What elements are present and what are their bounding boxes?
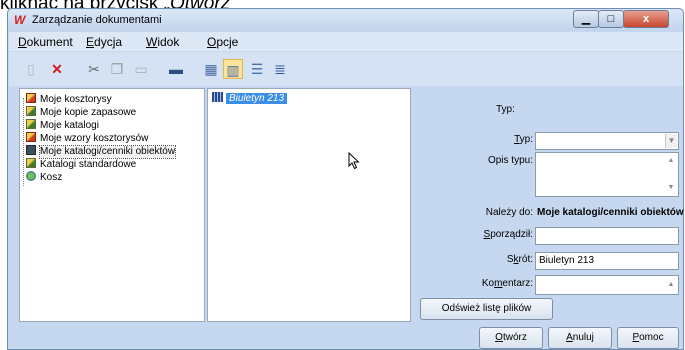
toolbar: ▯ ✕ ✂ ❐ ▭ ▬ ▦ ▥ ☰ ≣: [9, 52, 683, 86]
copy-icon[interactable]: ❐: [107, 59, 127, 79]
tree-item-label: Moje katalogi/cenniki obiektów: [38, 145, 177, 159]
scroll-up-icon[interactable]: ▲: [665, 279, 677, 291]
cut-icon[interactable]: ✂: [84, 59, 104, 79]
sporzadzil-field[interactable]: [535, 227, 679, 245]
tree-item-label: Moje katalogi: [40, 120, 99, 131]
opis-typu-label: Opis typu:: [487, 155, 533, 166]
menu-dokument[interactable]: Dokument: [18, 35, 73, 49]
list-item-biuletyn-213[interactable]: Biuletyn 213: [212, 92, 288, 105]
catalog-file-icon: [212, 92, 223, 102]
komentarz-label: Komentarz:: [482, 278, 533, 289]
menu-opcje[interactable]: Opcje: [207, 35, 238, 49]
new-document-icon[interactable]: ▯: [21, 59, 41, 79]
tree-item-moje-katalogi[interactable]: Moje katalogi: [26, 119, 99, 131]
help-button[interactable]: Pomoc: [617, 327, 679, 349]
typ-label-rest: yp:: [519, 134, 533, 145]
type-header: Typ:: [496, 104, 515, 115]
komentarz-label-pre: Ko: [481, 278, 495, 289]
menu-widok-label: idok: [157, 35, 180, 49]
menu-edycja[interactable]: Edycja: [86, 35, 122, 49]
komentarz-field[interactable]: ▲: [535, 275, 679, 295]
close-button[interactable]: x: [623, 10, 669, 28]
sporzadzil-label: Sporządził:: [484, 229, 533, 240]
cancel-button-accel: A: [566, 332, 573, 343]
mouse-cursor-icon: [348, 152, 360, 170]
folder-tree[interactable]: Moje kosztorysy Moje kopie zapasowe Moje…: [19, 88, 205, 322]
cancel-button[interactable]: Anuluj: [548, 327, 612, 349]
folder-backups-icon: [26, 106, 36, 116]
tree-item-label: Moje kopie zapasowe: [40, 107, 137, 118]
komentarz-label-rest: entarz:: [502, 278, 533, 289]
chevron-down-icon[interactable]: ▼: [665, 134, 677, 148]
scroll-up-icon[interactable]: ▲: [665, 155, 677, 167]
minimize-icon: ▁: [581, 13, 591, 25]
open-button[interactable]: Otwórz: [479, 327, 543, 349]
opis-typu-field[interactable]: ▲ ▼: [535, 152, 679, 197]
menu-dokument-accel: D: [18, 35, 27, 49]
open-button-accel: O: [495, 332, 503, 343]
tree-item-label: Moje kosztorysy: [40, 94, 112, 105]
maximize-icon: □: [607, 13, 615, 25]
paste-icon[interactable]: ▭: [131, 59, 151, 79]
maximize-button[interactable]: □: [598, 10, 624, 28]
menu-bar: Dokument Edycja Widok Opcje: [9, 32, 683, 51]
minimize-button[interactable]: ▁: [573, 10, 599, 28]
folder-estimates-icon: [26, 93, 36, 103]
folder-object-catalogs-icon: [26, 145, 36, 155]
menu-widok-accel: W: [146, 35, 158, 49]
refresh-file-list-button[interactable]: Odśwież listę plików: [420, 298, 553, 320]
menu-dokument-label: okument: [26, 35, 73, 49]
tree-item-moje-katalogi-cenniki-obiektow[interactable]: Moje katalogi/cenniki obiektów: [26, 145, 177, 159]
folder-templates-icon: [26, 132, 36, 142]
list-item-label: Biuletyn 213: [226, 93, 288, 104]
scroll-down-icon[interactable]: ▼: [665, 182, 677, 194]
details-view-icon[interactable]: ≣: [270, 59, 290, 79]
properties-icon[interactable]: ▬: [166, 59, 186, 79]
nalezy-do-label: Należy do:: [485, 207, 533, 218]
cancel-button-label: nuluj: [572, 332, 594, 343]
menu-opcje-accel: O: [207, 35, 217, 49]
title-bar[interactable]: W Zarządzanie dokumentami ▁ □ x: [8, 9, 683, 31]
help-button-label: omoc: [639, 332, 664, 343]
list-view-icon[interactable]: ☰: [247, 59, 267, 79]
typ-combo[interactable]: ▼: [535, 132, 679, 150]
folder-catalogs-icon: [26, 119, 36, 129]
nalezy-do-value: Moje katalogi/cenniki obiektów: [537, 207, 684, 218]
tree-item-label: Kosz: [40, 172, 63, 183]
window-title: Zarządzanie dokumentami: [32, 14, 162, 26]
delete-icon[interactable]: ✕: [47, 59, 67, 79]
skrot-field[interactable]: Biuletyn 213: [535, 252, 679, 270]
skrot-value: Biuletyn 213: [539, 255, 595, 266]
tree-item-katalogi-standardowe[interactable]: Katalogi standardowe: [26, 158, 136, 170]
close-icon: x: [642, 13, 650, 25]
tree-item-moje-kosztorysy[interactable]: Moje kosztorysy: [26, 93, 112, 105]
small-icons-view-icon[interactable]: ▥: [223, 59, 243, 79]
tree-item-label: Katalogi standardowe: [40, 159, 137, 170]
open-button-label: twórz: [502, 332, 527, 343]
properties-panel: Typ: Typ: ▼ Opis typu: ▲ ▼ Należy do: Moj…: [413, 88, 684, 322]
app-logo-icon: W: [14, 13, 26, 27]
skrot-label-rest: rót:: [518, 254, 533, 265]
tree-item-moje-wzory-kosztorysow[interactable]: Moje wzory kosztorysów: [26, 132, 148, 144]
skrot-label-pre: S: [506, 254, 514, 265]
document-manager-window: W Zarządzanie dokumentami ▁ □ x Dokument…: [7, 8, 684, 350]
file-list[interactable]: Biuletyn 213: [207, 88, 411, 322]
tree-connector: [23, 98, 24, 186]
skrot-label: Skrót:: [507, 254, 533, 265]
menu-edycja-accel: E: [86, 35, 95, 49]
folder-standard-catalogs-icon: [26, 158, 36, 168]
menu-widok[interactable]: Widok: [146, 35, 179, 49]
recycle-bin-icon: [26, 171, 36, 181]
menu-edycja-label: dycja: [94, 35, 123, 49]
tree-item-kosz[interactable]: Kosz: [26, 171, 62, 183]
large-icons-view-icon[interactable]: ▦: [201, 59, 221, 79]
menu-opcje-label: pcje: [216, 35, 239, 49]
tree-item-moje-kopie-zapasowe[interactable]: Moje kopie zapasowe: [26, 106, 136, 118]
tree-item-label: Moje wzory kosztorysów: [40, 133, 149, 144]
sporzadzil-label-rest: porządził:: [490, 229, 533, 240]
typ-label: Typ:: [514, 134, 533, 145]
